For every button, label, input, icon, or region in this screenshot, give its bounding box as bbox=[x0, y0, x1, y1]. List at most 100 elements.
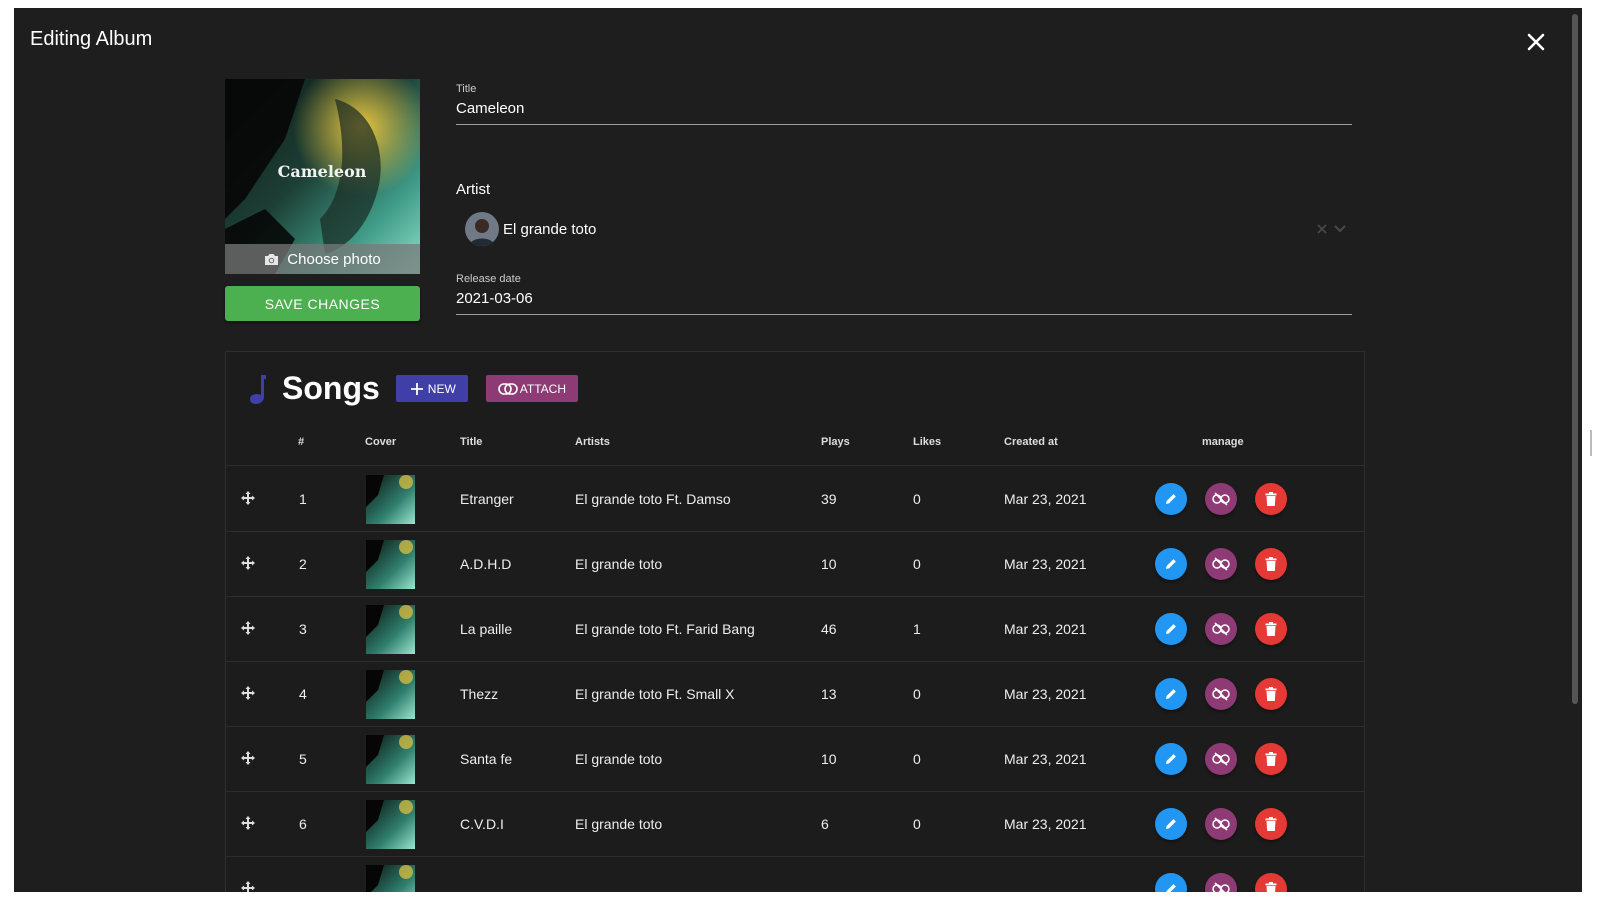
new-song-button[interactable]: NEW bbox=[395, 375, 468, 402]
song-plays: 10 bbox=[821, 556, 837, 572]
song-artists: El grande toto bbox=[575, 816, 663, 832]
dialog-title: Editing Album bbox=[30, 28, 153, 50]
col-created: Created at bbox=[1004, 436, 1058, 448]
delete-song-button[interactable] bbox=[1255, 873, 1287, 892]
delete-song-button[interactable] bbox=[1255, 613, 1287, 645]
edit-song-button[interactable] bbox=[1155, 743, 1187, 775]
edit-song-button[interactable] bbox=[1155, 548, 1187, 580]
drag-handle[interactable] bbox=[241, 751, 255, 768]
song-created-at: Mar 23, 2021 bbox=[1004, 816, 1087, 832]
cover-art-title: Cameleon bbox=[278, 162, 367, 181]
unlink-icon bbox=[1212, 492, 1230, 506]
choose-photo-button[interactable]: Choose photo bbox=[225, 244, 420, 274]
unlink-icon bbox=[1212, 687, 1230, 701]
song-cover-thumb bbox=[366, 735, 415, 784]
release-date-underline bbox=[456, 314, 1352, 315]
song-cover-thumb bbox=[366, 865, 415, 892]
close-icon bbox=[1527, 33, 1545, 51]
detach-song-button[interactable] bbox=[1205, 483, 1237, 515]
table-row: 3 La paille El grande toto Ft. Farid Ban… bbox=[226, 597, 1364, 662]
drag-handle[interactable] bbox=[241, 491, 255, 508]
pencil-icon bbox=[1166, 559, 1176, 569]
release-date-label: Release date bbox=[456, 273, 521, 285]
clear-icon[interactable] bbox=[1317, 224, 1327, 234]
song-plays: 6 bbox=[821, 816, 829, 832]
col-num: # bbox=[298, 436, 305, 448]
release-date-input[interactable]: 2021-03-06 bbox=[456, 290, 1352, 312]
artist-avatar bbox=[465, 212, 499, 246]
drag-handle[interactable] bbox=[241, 686, 255, 703]
drag-handle[interactable] bbox=[241, 881, 255, 892]
release-date-field[interactable]: Release date 2021-03-06 bbox=[456, 273, 1352, 315]
artist-value: El grande toto bbox=[503, 220, 597, 238]
drag-move-icon bbox=[241, 686, 255, 700]
edit-song-button[interactable] bbox=[1155, 483, 1187, 515]
edit-song-button[interactable] bbox=[1155, 613, 1187, 645]
song-artists: El grande toto Ft. Farid Bang bbox=[575, 621, 755, 637]
plus-icon bbox=[410, 382, 423, 395]
dialog-scrollbar[interactable] bbox=[1570, 8, 1582, 892]
detach-song-button[interactable] bbox=[1205, 873, 1237, 892]
edit-song-button[interactable] bbox=[1155, 678, 1187, 710]
drag-handle[interactable] bbox=[241, 556, 255, 573]
title-field[interactable]: Title Cameleon bbox=[456, 83, 1352, 125]
song-created-at: Mar 23, 2021 bbox=[1004, 621, 1087, 637]
pencil-icon bbox=[1166, 754, 1176, 764]
songs-table-header: # Cover Title Artists Plays Likes Create… bbox=[226, 436, 1364, 466]
attach-song-button[interactable]: ATTACH bbox=[485, 375, 578, 402]
new-song-label: NEW bbox=[427, 381, 456, 396]
album-cover[interactable]: Cameleon Choose photo bbox=[225, 79, 420, 274]
table-row: 5 Santa fe El grande toto 10 0 Mar 23, 2… bbox=[226, 727, 1364, 792]
delete-song-button[interactable] bbox=[1255, 678, 1287, 710]
pencil-icon bbox=[1166, 819, 1176, 829]
close-button[interactable] bbox=[1524, 30, 1548, 54]
camera-icon bbox=[265, 253, 279, 265]
song-title: Etranger bbox=[460, 491, 514, 507]
save-changes-button[interactable]: SAVE CHANGES bbox=[225, 286, 420, 321]
song-title: C.V.D.I bbox=[460, 816, 504, 832]
pencil-icon bbox=[1166, 689, 1176, 699]
col-plays: Plays bbox=[821, 436, 850, 448]
link-icon bbox=[497, 382, 518, 395]
unlink-icon bbox=[1212, 557, 1230, 571]
song-number: 2 bbox=[299, 556, 307, 572]
edit-song-button[interactable] bbox=[1155, 808, 1187, 840]
song-title: Santa fe bbox=[460, 751, 513, 767]
chevron-down-icon[interactable] bbox=[1333, 224, 1347, 234]
title-input[interactable]: Cameleon bbox=[456, 100, 1352, 122]
delete-song-button[interactable] bbox=[1255, 743, 1287, 775]
drag-move-icon bbox=[241, 751, 255, 765]
edit-song-button[interactable] bbox=[1155, 873, 1187, 892]
detach-song-button[interactable] bbox=[1205, 548, 1237, 580]
delete-song-button[interactable] bbox=[1255, 548, 1287, 580]
detach-song-button[interactable] bbox=[1205, 613, 1237, 645]
table-row: 1 Etranger El grande toto Ft. Damso 39 0… bbox=[226, 467, 1364, 532]
artist-select[interactable]: El grande toto bbox=[465, 209, 1347, 249]
detach-song-button[interactable] bbox=[1205, 743, 1237, 775]
delete-song-button[interactable] bbox=[1255, 483, 1287, 515]
trash-icon bbox=[1265, 492, 1277, 506]
scrollbar-thumb[interactable] bbox=[1572, 14, 1578, 704]
trash-icon bbox=[1265, 687, 1277, 701]
song-likes: 0 bbox=[913, 751, 921, 767]
song-plays: 39 bbox=[821, 491, 837, 507]
detach-song-button[interactable] bbox=[1205, 808, 1237, 840]
drag-handle[interactable] bbox=[241, 621, 255, 638]
song-likes: 0 bbox=[913, 491, 921, 507]
song-cover-thumb bbox=[366, 540, 415, 589]
song-artists: El grande toto Ft. Small X bbox=[575, 686, 735, 702]
drag-move-icon bbox=[241, 621, 255, 635]
delete-song-button[interactable] bbox=[1255, 808, 1287, 840]
drag-handle[interactable] bbox=[241, 816, 255, 833]
trash-icon bbox=[1265, 752, 1277, 766]
song-cover-thumb bbox=[366, 800, 415, 849]
drag-move-icon bbox=[241, 491, 255, 505]
pencil-icon bbox=[1166, 494, 1176, 504]
song-number: 4 bbox=[299, 686, 307, 702]
resize-handle[interactable] bbox=[1590, 430, 1592, 456]
col-manage: manage bbox=[1202, 436, 1244, 448]
detach-song-button[interactable] bbox=[1205, 678, 1237, 710]
song-artists: El grande toto bbox=[575, 751, 663, 767]
song-plays: 46 bbox=[821, 621, 837, 637]
trash-icon bbox=[1265, 557, 1277, 571]
